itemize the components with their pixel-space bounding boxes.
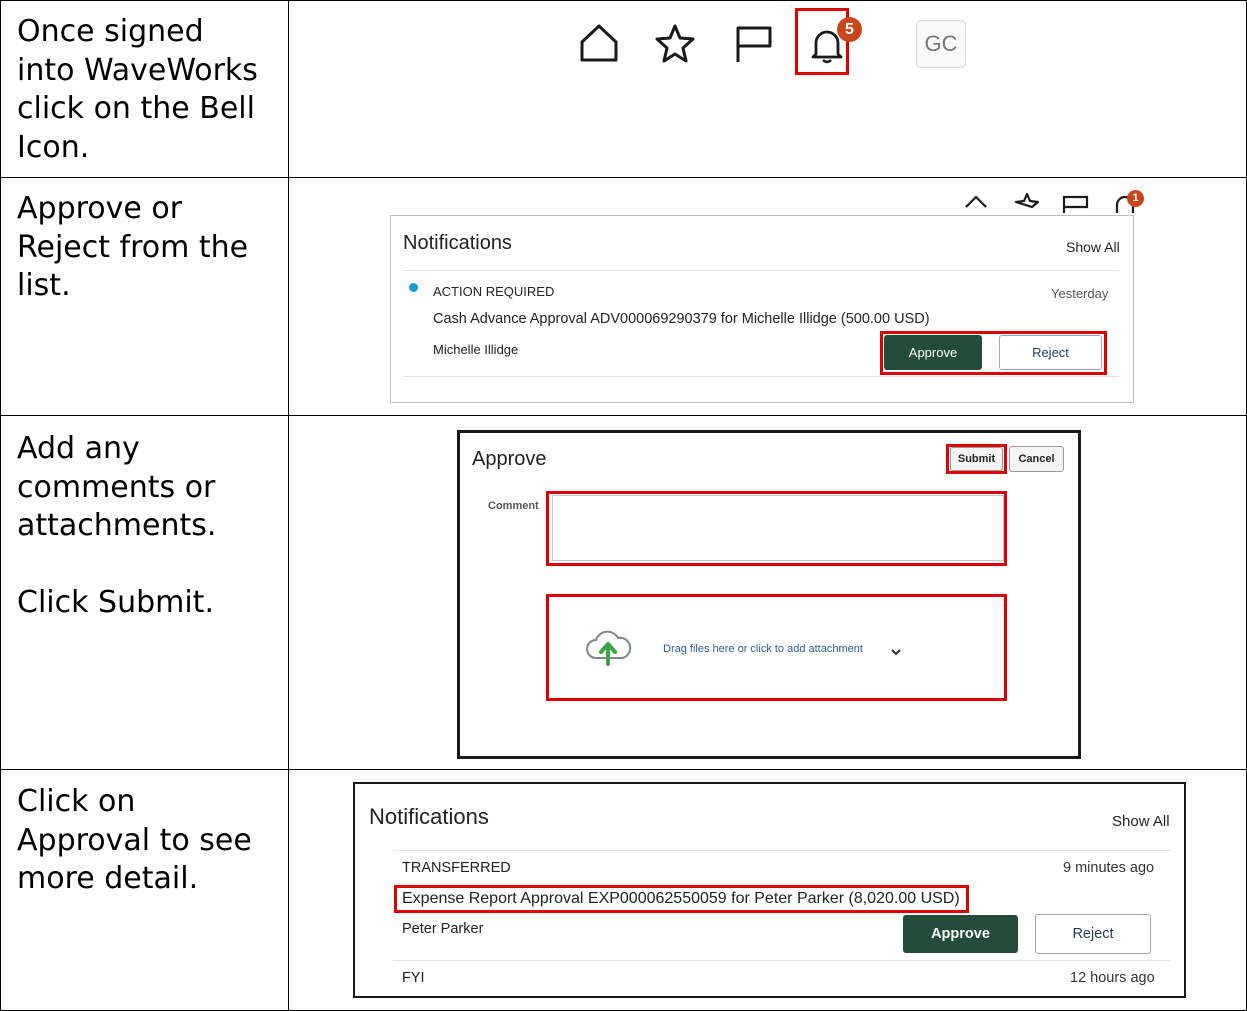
notification-time: Yesterday <box>1051 286 1109 301</box>
cloud-upload-icon <box>584 628 632 673</box>
separator <box>393 850 1171 851</box>
table-column-divider <box>288 0 289 1011</box>
user-avatar[interactable]: GC <box>916 20 966 68</box>
notification-person: Peter Parker <box>402 921 484 937</box>
attachment-text[interactable]: Drag files here or click to add attachme… <box>663 643 863 655</box>
step-1-instruction: Once signed into WaveWorks click on the … <box>17 14 258 165</box>
show-all-link[interactable]: Show All <box>1112 813 1170 830</box>
comment-label: Comment <box>488 500 539 512</box>
show-all-link[interactable]: Show All <box>1066 239 1120 255</box>
flag-icon[interactable] <box>734 24 774 69</box>
dialog-title: Approve <box>472 448 547 470</box>
separator <box>403 376 1119 377</box>
notification-status: FYI <box>402 970 425 986</box>
table-row-divider <box>0 415 1247 416</box>
step-2-instruction: Approve or Reject from the list. <box>17 191 249 303</box>
approval-link-highlight <box>394 885 969 913</box>
cancel-button[interactable]: Cancel <box>1009 446 1064 472</box>
approve-reject-highlight <box>880 331 1107 375</box>
notification-status: ACTION REQUIRED <box>433 284 555 299</box>
approve-button[interactable]: Approve <box>903 915 1018 953</box>
notification-time: 12 hours ago <box>1070 970 1155 986</box>
reject-button[interactable]: Reject <box>1035 914 1151 954</box>
notification-count-badge: 5 <box>837 17 862 42</box>
separator <box>393 960 1171 961</box>
notification-status: TRANSFERRED <box>402 860 511 876</box>
unread-indicator <box>409 283 418 292</box>
star-icon[interactable] <box>654 22 696 69</box>
notification-link[interactable]: Cash Advance Approval ADV000069290379 fo… <box>433 311 930 327</box>
notifications-title: Notifications <box>403 232 512 254</box>
table-row-divider <box>0 177 1247 178</box>
step-4-instruction: Click on Approval to see more detail. <box>17 784 252 896</box>
notification-count-badge: 1 <box>1127 190 1144 207</box>
separator <box>403 270 1119 271</box>
star-icon[interactable] <box>1012 191 1042 218</box>
notifications-title: Notifications <box>369 804 489 829</box>
notification-time: 9 minutes ago <box>1063 860 1155 876</box>
comment-highlight <box>546 491 1007 566</box>
chevron-down-icon[interactable] <box>890 644 902 662</box>
step-3-instruction: Add any comments or attachments. Click S… <box>17 431 217 620</box>
home-icon[interactable] <box>578 22 620 69</box>
notification-person: Michelle Illidge <box>433 342 519 357</box>
table-row-divider <box>0 769 1247 770</box>
submit-highlight <box>946 444 1007 474</box>
